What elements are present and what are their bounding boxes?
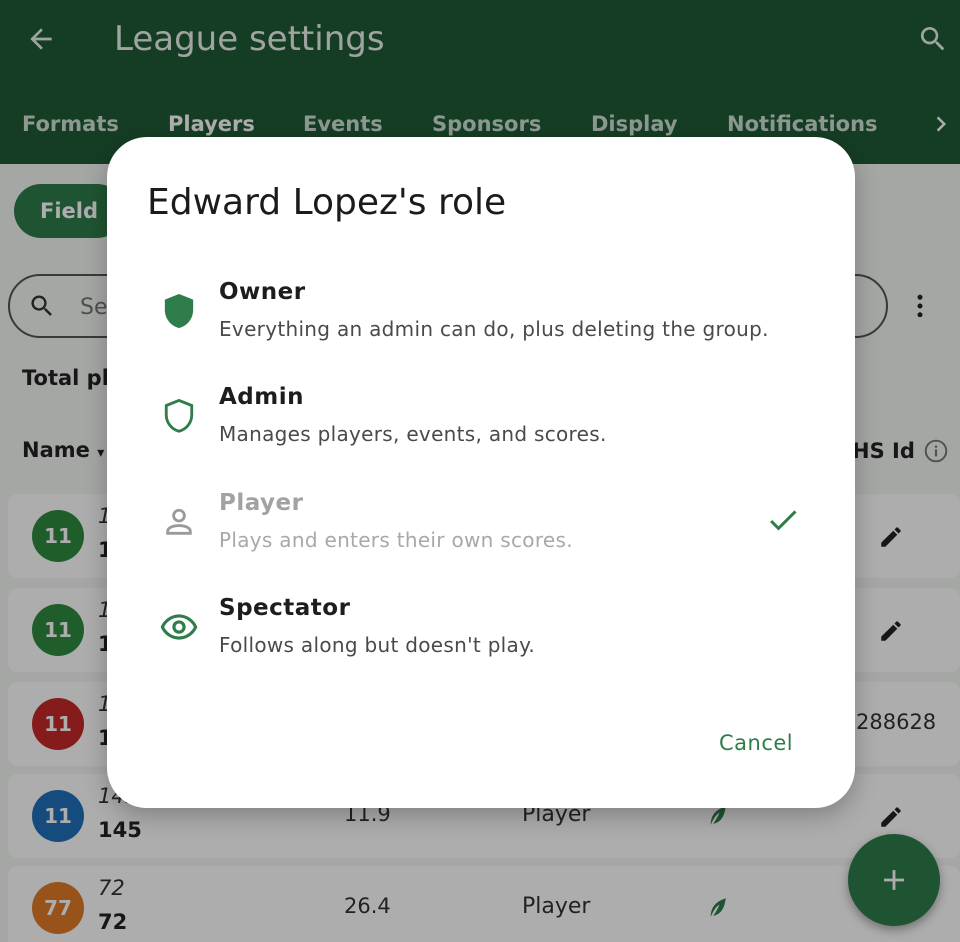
role-option-title: Player [219, 490, 304, 516]
shield-outline-icon [159, 396, 199, 436]
role-option-title: Owner [219, 279, 306, 305]
dialog-title: Edward Lopez's role [147, 182, 507, 223]
role-option-title: Admin [219, 384, 304, 410]
role-option-spectator[interactable]: Spectator Follows along but doesn't play… [143, 589, 823, 679]
check-icon [770, 510, 797, 531]
role-option-description: Follows along but doesn't play. [219, 633, 536, 657]
role-option-description: Manages players, events, and scores. [219, 422, 607, 446]
eye-icon [159, 607, 199, 647]
role-option-owner[interactable]: Owner Everything an admin can do, plus d… [143, 273, 823, 363]
role-option-description: Everything an admin can do, plus deletin… [219, 317, 769, 341]
person-icon [159, 502, 199, 542]
role-option-title: Spectator [219, 595, 351, 621]
role-option-description: Plays and enters their own scores. [219, 528, 573, 552]
shield-filled-icon [159, 291, 199, 331]
role-option-admin[interactable]: Admin Manages players, events, and score… [143, 378, 823, 468]
role-dialog: Edward Lopez's role Owner Everything an … [107, 137, 855, 808]
cancel-button[interactable]: Cancel [703, 721, 809, 765]
role-option-player: Player Plays and enters their own scores… [143, 484, 823, 574]
